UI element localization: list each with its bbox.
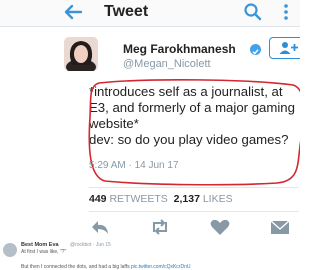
reply-author-name: Best Mom Eva [21,242,59,248]
like-count[interactable]: 2,137 [174,193,200,205]
reply-avatar [3,243,17,257]
author-handle[interactable]: @Megan_Nicolett [123,58,211,70]
page-title: Tweet [104,3,149,20]
divider [89,187,299,188]
reply-author-handle: @rockbot · Jun 15 [70,242,111,248]
retweet-icon[interactable] [149,218,171,236]
verified-badge-icon [250,44,261,55]
avatar[interactable] [64,37,98,71]
share-mail-icon[interactable] [269,218,291,236]
tweet-card: Meg Farokhmanesh @Megan_Nicolett *introd… [43,27,300,239]
back-arrow-icon[interactable] [62,1,84,23]
like-heart-icon[interactable] [209,218,231,236]
follow-button[interactable] [269,37,300,59]
reply-icon[interactable] [89,218,111,236]
tweet-timestamp: 5:29 AM · 14 Jun 17 [89,160,179,171]
action-bar [89,218,299,238]
retweet-count[interactable]: 449 [89,193,107,205]
search-icon[interactable] [243,2,263,22]
divider [89,211,299,212]
more-options-icon[interactable] [279,2,293,22]
author-name[interactable]: Meg Farokhmanesh [123,42,236,56]
reply-text-line: But then I connected the dots, and had a… [21,264,190,270]
app-header: Tweet [0,0,300,27]
add-user-icon [279,42,298,54]
tweet-text: *introduces self as a journalist, at E3,… [89,84,295,147]
retweet-label[interactable]: RETWEETS [109,193,167,205]
tweet-screenshot: Tweet Meg Farokhmanesh @Megan_Nicolett *… [0,0,300,270]
reply-text: But then I connected the dots, and had a… [21,264,130,270]
reply-link[interactable]: pic.twitter.com/cQxKcrDnU [131,264,190,270]
embedded-reply: Best Mom Eva @rockbot · Jun 15 At first … [0,240,300,270]
reply-text-line: At first I was like, "?" [21,249,67,255]
engagement-stats: 449 RETWEETS 2,137 LIKES [89,193,233,205]
like-label[interactable]: LIKES [203,193,233,205]
